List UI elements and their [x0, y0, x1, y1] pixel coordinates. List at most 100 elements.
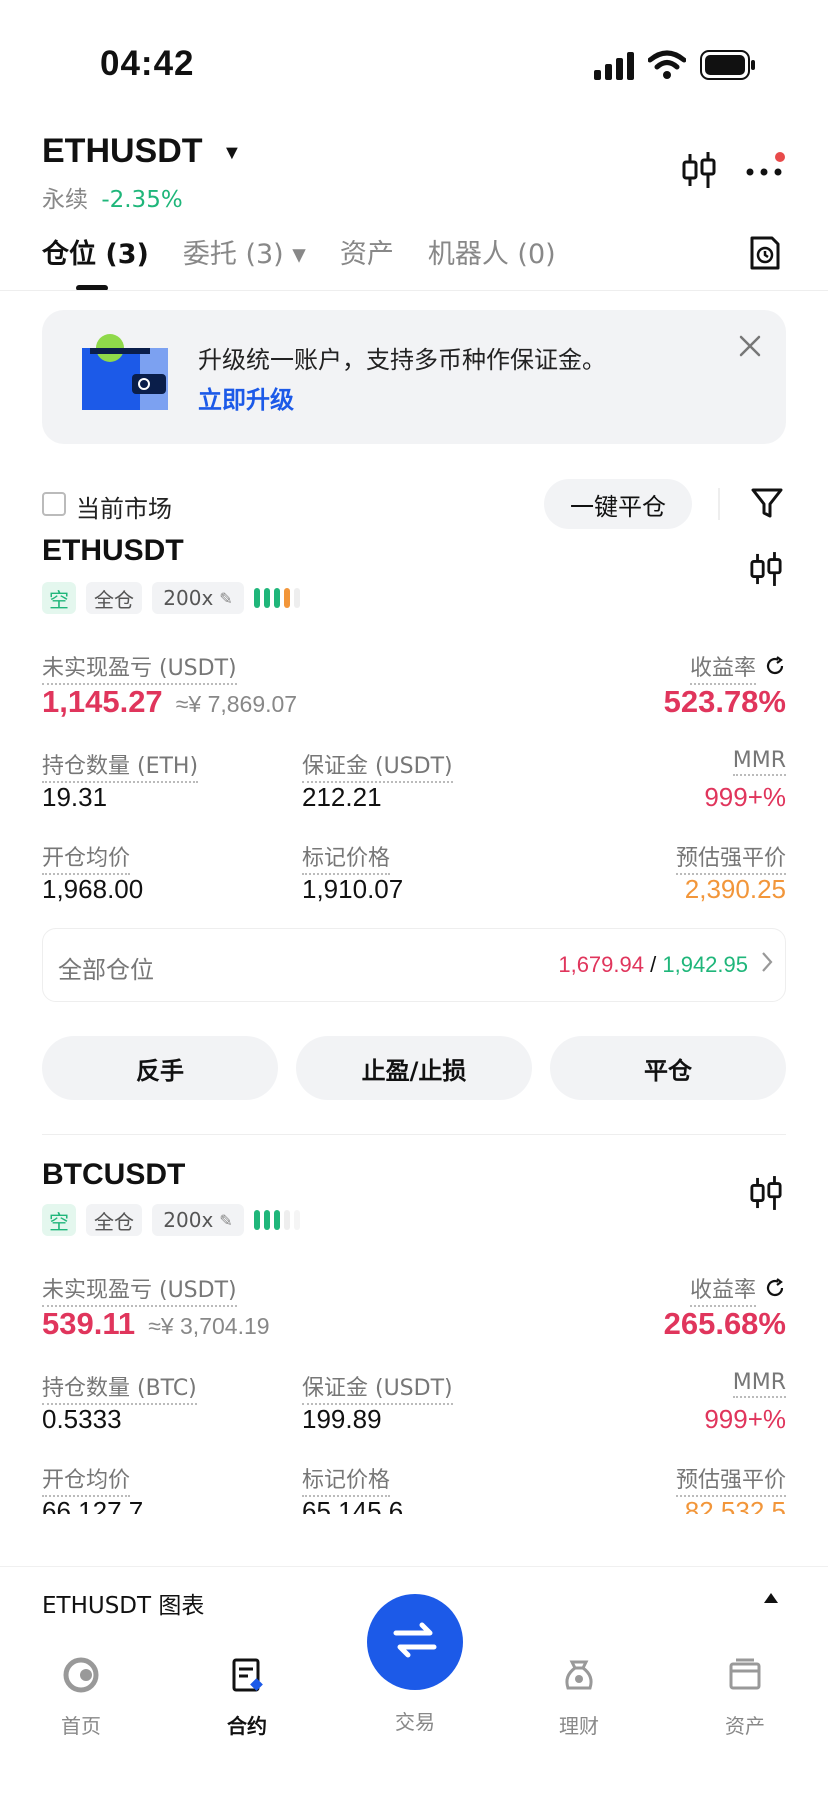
banner-text: 升级统一账户，支持多币种作保证金。 [198, 346, 606, 374]
entry-price-label[interactable]: 开仓均价 [42, 840, 131, 875]
upgrade-link[interactable]: 立即升级 [198, 380, 294, 415]
current-market-label: 当前市场 [76, 495, 172, 523]
close-all-button[interactable]: 一键平仓 [544, 479, 692, 529]
price-change: -2.35% [101, 187, 183, 213]
liq-price-label[interactable]: 预估强平价 [675, 840, 786, 875]
mark-price-value: 1,910.07 [302, 874, 404, 904]
cellular-signal-icon [594, 52, 636, 84]
leverage-tag[interactable]: 200x ✎ [152, 1204, 244, 1236]
adl-indicator [254, 588, 300, 608]
futures-icon [192, 1650, 302, 1700]
roe-header[interactable]: 收益率 [689, 650, 786, 685]
margin-value: 199.89 [302, 1404, 382, 1434]
side-tag: 空 [42, 1204, 76, 1236]
roe-header[interactable]: 收益率 [689, 1272, 786, 1307]
position-symbol: ETHUSDT [42, 538, 184, 567]
pair-subtitle: 永续 -2.35% [42, 180, 183, 214]
mmr-label[interactable]: MMR [732, 748, 786, 776]
mark-price-label[interactable]: 标记价格 [302, 1462, 391, 1497]
pair-title: ETHUSDT [42, 132, 203, 170]
adl-indicator [254, 1210, 300, 1230]
nav-home[interactable]: 首页 [26, 1650, 136, 1739]
summary-slash: / [650, 952, 657, 977]
refresh-icon [764, 655, 786, 681]
nav-label: 合约 [227, 1714, 267, 1738]
more-menu-icon[interactable] [744, 150, 788, 194]
positions-list: ETHUSDT 空 全仓 200x ✎ 未实现盈亏 (USDT) 收益率 1,1… [0, 538, 828, 1568]
chevron-right-icon [760, 950, 774, 978]
mmr-value: 999+% [704, 1404, 786, 1434]
summary-red-value: 1,679.94 [558, 952, 644, 977]
close-icon[interactable] [738, 334, 762, 362]
history-icon[interactable] [748, 234, 782, 276]
unrealized-pnl-cny: ≈¥ 3,704.19 [148, 1313, 270, 1339]
leverage-tag[interactable]: 200x ✎ [152, 582, 244, 614]
entry-price-value: 1,968.00 [42, 874, 144, 904]
card-divider [42, 1134, 786, 1135]
unrealized-pnl-row: 1,145.27 ≈¥ 7,869.07 [42, 684, 297, 720]
tab-bots[interactable]: 机器人 (0) [428, 232, 556, 272]
roe-value: 265.68% [663, 1306, 786, 1341]
quantity-label[interactable]: 持仓数量 (BTC) [42, 1370, 197, 1405]
all-positions-label: 全部仓位 [58, 956, 154, 984]
swap-icon [392, 1620, 438, 1664]
unrealized-pnl-cny: ≈¥ 7,869.07 [175, 691, 298, 717]
tab-positions[interactable]: 仓位 (3) [42, 232, 149, 272]
roe-label: 收益率 [689, 650, 756, 685]
edit-icon: ✎ [219, 588, 233, 608]
tab-orders[interactable]: 委托 (3) ▾ [183, 232, 306, 272]
all-positions-values: 1,679.94 / 1,942.95 [558, 952, 748, 978]
nav-earn[interactable]: 理财 [524, 1650, 634, 1739]
nav-assets[interactable]: 资产 [690, 1650, 800, 1739]
roe-label: 收益率 [689, 1272, 756, 1307]
nav-label: 首页 [61, 1714, 101, 1738]
tab-assets[interactable]: 资产 [340, 232, 394, 272]
summary-green-value: 1,942.95 [662, 952, 748, 977]
unrealized-pnl-row: 539.11 ≈¥ 3,704.19 [42, 1306, 270, 1342]
margin-label[interactable]: 保证金 (USDT) [302, 1370, 453, 1405]
liq-price-label[interactable]: 预估强平价 [675, 1462, 786, 1497]
pair-selector[interactable]: ETHUSDT ▼ [42, 132, 242, 171]
leverage-value: 200x [163, 1208, 214, 1232]
wallet-icon [690, 1650, 800, 1700]
mmr-label[interactable]: MMR [732, 1370, 786, 1398]
filter-icon[interactable] [750, 486, 784, 524]
mmr-value: 999+% [704, 782, 786, 812]
trade-label: 交易 [395, 1710, 435, 1734]
battery-icon [700, 50, 756, 84]
tp-sl-button[interactable]: 止盈/止损 [296, 1036, 532, 1100]
roe-value: 523.78% [663, 684, 786, 719]
earn-icon [524, 1650, 634, 1700]
reverse-button[interactable]: 反手 [42, 1036, 278, 1100]
status-time: 04:42 [100, 44, 195, 83]
margin-mode-tag: 全仓 [86, 582, 142, 614]
tabs-divider [0, 290, 828, 291]
position-tabs: 仓位 (3) 委托 (3) ▾ 资产 机器人 (0) [42, 232, 590, 272]
candlestick-chart-icon[interactable] [750, 1174, 782, 1216]
mark-price-label[interactable]: 标记价格 [302, 840, 391, 875]
caret-up-icon[interactable] [762, 1590, 780, 1609]
unrealized-pnl-label[interactable]: 未实现盈亏 (USDT) [42, 1272, 237, 1307]
entry-price-label[interactable]: 开仓均价 [42, 1462, 131, 1497]
unrealized-pnl-label[interactable]: 未实现盈亏 (USDT) [42, 650, 237, 685]
leverage-value: 200x [163, 586, 214, 610]
quantity-value: 19.31 [42, 782, 108, 812]
close-position-button[interactable]: 平仓 [550, 1036, 786, 1100]
trade-button[interactable] [367, 1594, 463, 1690]
nav-futures[interactable]: 合约 [192, 1650, 302, 1739]
nav-label: 资产 [725, 1714, 765, 1738]
quantity-label[interactable]: 持仓数量 (ETH) [42, 748, 199, 783]
margin-label[interactable]: 保证金 (USDT) [302, 748, 453, 783]
side-tag: 空 [42, 582, 76, 614]
wallet-illustration [80, 334, 176, 418]
position-symbol: BTCUSDT [42, 1158, 186, 1191]
filter-separator [718, 488, 720, 520]
candlestick-chart-icon[interactable] [682, 150, 716, 194]
candlestick-chart-icon[interactable] [750, 550, 782, 592]
chart-sheet-label[interactable]: ETHUSDT 图表 [42, 1586, 204, 1620]
current-market-checkbox[interactable] [42, 492, 66, 516]
unrealized-pnl-value: 539.11 [42, 1306, 136, 1341]
liq-price-value: 2,390.25 [684, 874, 786, 904]
wifi-icon [647, 50, 687, 84]
margin-mode-tag: 全仓 [86, 1204, 142, 1236]
